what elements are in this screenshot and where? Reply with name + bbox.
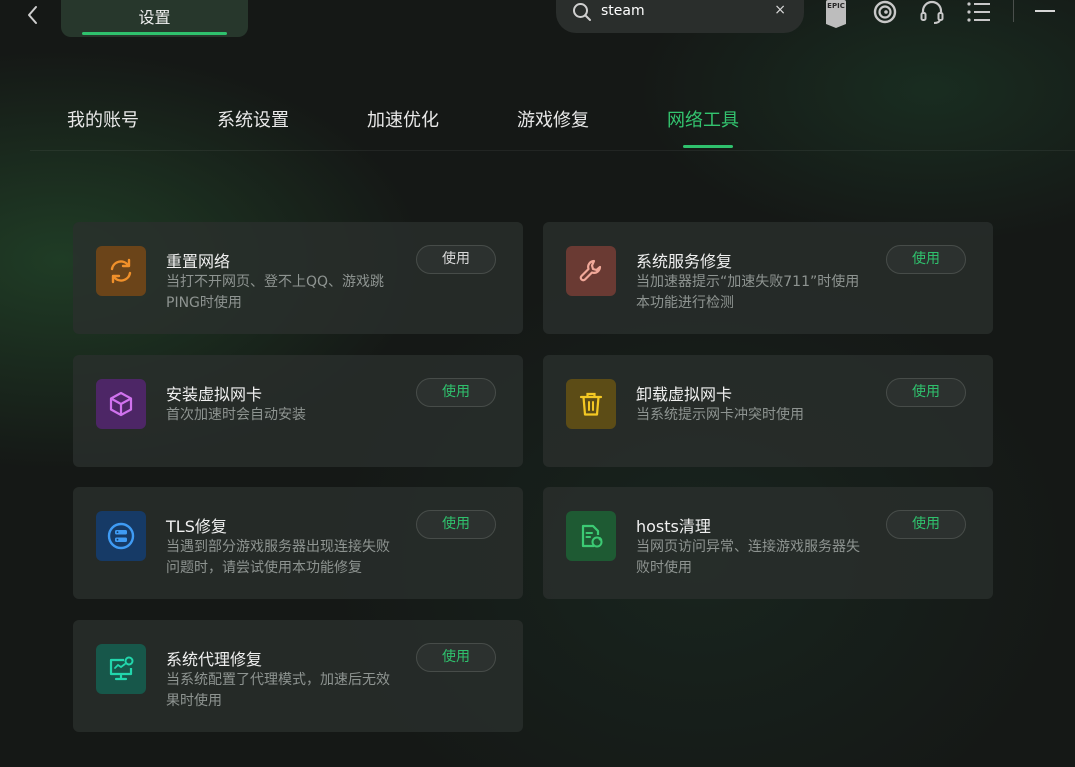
server-icon [107,522,135,550]
tab-system-settings[interactable]: 系统设置 [217,106,289,132]
tool-title: 卸载虚拟网卡 [636,385,733,404]
refresh-icon [110,258,132,284]
tab-game-repair[interactable]: 游戏修复 [517,106,589,132]
uninstall-nic-icon-box [566,379,616,429]
tool-title: hosts清理 [636,517,711,536]
install-nic-icon-box [96,379,146,429]
top-bar: 设置 steam × EPIC [0,0,1075,50]
settings-tab-label: 设置 [138,8,171,27]
monitor-icon [109,656,134,681]
tool-card-reset-network: 重置网络 当打不开网页、登不上QQ、游戏跳PING时使用 使用 [73,222,523,334]
use-button[interactable]: 使用 [416,643,496,672]
file-refresh-icon [581,524,603,548]
tool-card-uninstall-virtual-nic: 卸载虚拟网卡 当系统提示网卡冲突时使用 使用 [543,355,993,467]
tool-description: 当加速器提示“加速失败711”时使用本功能进行检测 [636,274,860,311]
tool-title: TLS修复 [166,517,227,536]
headset-icon[interactable] [919,0,945,26]
tab-my-account[interactable]: 我的账号 [67,106,139,132]
trash-icon [579,392,603,416]
tls-repair-icon-box [96,511,146,561]
tool-card-system-service-repair: 系统服务修复 当加速器提示“加速失败711”时使用本功能进行检测 使用 [543,222,993,334]
tool-description: 当系统提示网卡冲突时使用 [636,407,804,423]
settings-tab-underline [82,32,227,35]
tab-acceleration[interactable]: 加速优化 [367,106,439,132]
minimize-button[interactable] [1035,10,1055,12]
tool-card-tls-repair: TLS修复 当遇到部分游戏服务器出现连接失败问题时，请尝试使用本功能修复 使用 [73,487,523,599]
hosts-cleanup-icon-box [566,511,616,561]
search-clear-icon[interactable]: × [774,2,786,18]
use-button[interactable]: 使用 [886,510,966,539]
ubisoft-icon[interactable] [872,0,898,26]
use-button[interactable]: 使用 [886,245,966,274]
tool-title: 系统代理修复 [166,650,263,669]
tool-title: 安装虚拟网卡 [166,385,263,404]
tool-description: 当打不开网页、登不上QQ、游戏跳PING时使用 [166,274,385,311]
reset-network-icon-box [96,246,146,296]
search-input[interactable]: steam [601,3,645,19]
toolbar-divider [1013,0,1014,22]
back-arrow-icon[interactable] [22,4,44,26]
tool-title: 重置网络 [166,252,231,271]
search-icon [573,3,591,21]
search-box[interactable]: steam × [556,0,804,33]
epic-label: EPIC [827,2,845,10]
wrench-icon [579,259,602,282]
tool-card-system-proxy-repair: 系统代理修复 当系统配置了代理模式，加速后无效果时使用 使用 [73,620,523,732]
tool-description: 当系统配置了代理模式，加速后无效果时使用 [166,672,390,709]
use-button[interactable]: 使用 [416,378,496,407]
tool-title: 系统服务修复 [636,252,733,271]
proxy-repair-icon-box [96,644,146,694]
tool-description: 当网页访问异常、连接游戏服务器失败时使用 [636,539,860,576]
tool-description: 当遇到部分游戏服务器出现连接失败问题时，请尝试使用本功能修复 [166,539,390,576]
cube-icon [109,391,133,417]
active-tab-underline [683,145,733,148]
tool-card-install-virtual-nic: 安装虚拟网卡 首次加速时会自动安装 使用 [73,355,523,467]
settings-tabs: 我的账号 系统设置 加速优化 游戏修复 网络工具 [0,100,1075,151]
settings-header-tab[interactable]: 设置 [61,0,248,37]
menu-list-icon[interactable] [966,0,992,26]
use-button[interactable]: 使用 [416,510,496,539]
tab-network-tools[interactable]: 网络工具 [667,106,739,132]
use-button[interactable]: 使用 [416,245,496,274]
tabs-divider [30,150,1075,151]
use-button[interactable]: 使用 [886,378,966,407]
tool-card-hosts-cleanup: hosts清理 当网页访问异常、连接游戏服务器失败时使用 使用 [543,487,993,599]
epic-games-icon[interactable]: EPIC [826,0,846,28]
tool-description: 首次加速时会自动安装 [166,407,306,423]
system-service-icon-box [566,246,616,296]
